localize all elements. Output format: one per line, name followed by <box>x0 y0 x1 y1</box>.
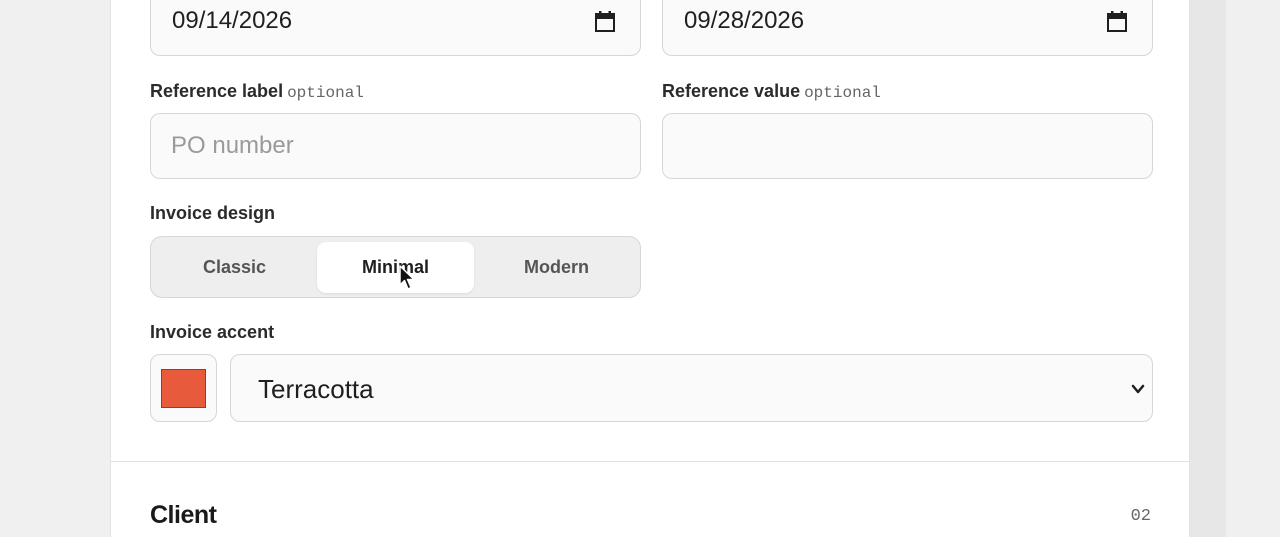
due-date-field[interactable]: 09/28/2026 <box>662 0 1153 56</box>
reference-label-input[interactable] <box>151 114 640 178</box>
reference-value-text: Reference value <box>662 81 801 101</box>
reference-value-field[interactable] <box>662 113 1153 179</box>
invoice-design-selector: Classic Minimal Modern <box>150 236 641 298</box>
reference-label-title: Reference label optional <box>150 80 364 104</box>
reference-label-field[interactable] <box>150 113 641 179</box>
mouse-cursor-icon <box>399 265 415 290</box>
invoice-form-panel: 09/14/2026 09/28/2026 Reference label opt… <box>110 0 1190 537</box>
accent-color-picker[interactable] <box>150 354 217 422</box>
chevron-down-icon <box>1131 384 1145 394</box>
section-number: 02 <box>1130 507 1151 526</box>
issue-date-value: 09/14/2026 <box>172 7 293 34</box>
accent-select-value: Terracotta <box>258 374 374 404</box>
invoice-design-title: Invoice design <box>150 203 276 223</box>
issue-date-field[interactable]: 09/14/2026 <box>150 0 641 56</box>
design-option-modern[interactable]: Modern <box>478 242 635 293</box>
reference-label-text: Reference label <box>150 81 284 101</box>
calendar-icon[interactable] <box>1106 11 1128 33</box>
optional-tag: optional <box>804 84 881 102</box>
scrollbar-track[interactable] <box>1190 0 1226 537</box>
reference-value-title: Reference value optional <box>662 80 881 104</box>
invoice-accent-title: Invoice accent <box>150 322 275 342</box>
design-option-classic[interactable]: Classic <box>156 242 313 293</box>
section-divider <box>111 461 1189 462</box>
accent-select[interactable]: Terracotta <box>230 354 1153 422</box>
section-title-client: Client <box>150 501 217 529</box>
design-option-minimal[interactable]: Minimal <box>317 242 474 293</box>
accent-color-swatch <box>161 369 206 408</box>
due-date-value: 09/28/2026 <box>684 7 805 34</box>
calendar-icon[interactable] <box>594 11 616 33</box>
reference-value-input[interactable] <box>663 114 1152 178</box>
optional-tag: optional <box>287 84 364 102</box>
